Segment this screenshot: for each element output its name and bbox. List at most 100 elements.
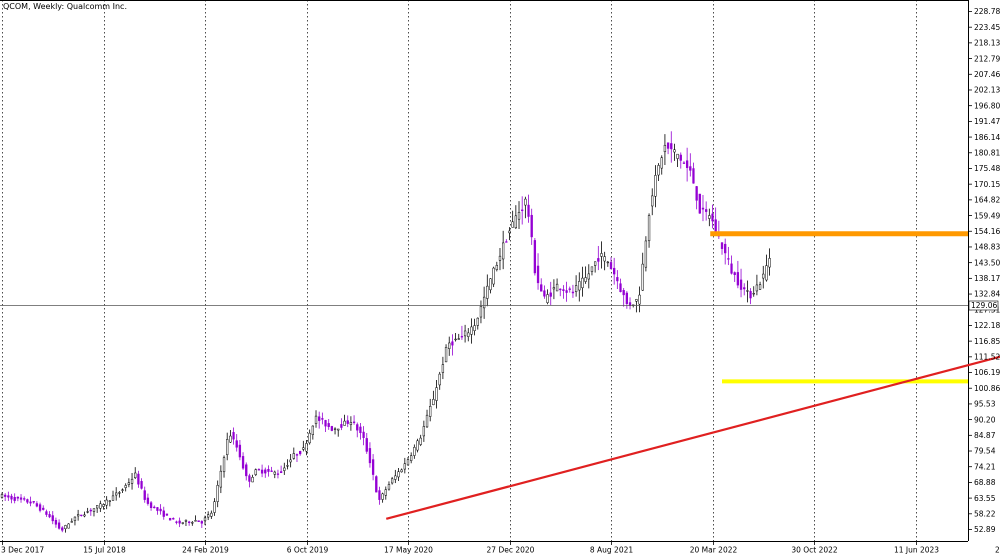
- candle-body: [635, 299, 638, 302]
- candle-body: [302, 447, 305, 450]
- candle-body: [48, 514, 51, 518]
- candle-body: [720, 242, 724, 249]
- y-tick-label: 175.48: [974, 164, 1000, 173]
- y-tick-label: 116.85: [974, 337, 1000, 346]
- y-tick-label: 164.82: [974, 196, 1000, 205]
- candle-body: [708, 215, 711, 219]
- candle-body: [502, 242, 505, 260]
- y-tick-label: 79.54: [974, 447, 996, 456]
- candle-body: [286, 465, 289, 467]
- candle-body: [245, 464, 248, 477]
- candle-body: [311, 425, 314, 435]
- x-tick-label: 24 Feb 2019: [182, 546, 229, 555]
- candle-body: [546, 294, 549, 303]
- candle-body: [758, 284, 762, 290]
- candle-body: [356, 424, 359, 431]
- candle-body: [232, 432, 235, 440]
- candle-body: [254, 469, 257, 475]
- x-tick-label: 8 Aug 2021: [590, 546, 633, 555]
- candle-body: [676, 153, 679, 159]
- candle-body: [165, 513, 169, 516]
- y-tick-label: 63.55: [974, 494, 996, 503]
- candle-body: [435, 387, 438, 401]
- candle-body: [86, 511, 89, 513]
- y-tick-label: 170.15: [974, 180, 1000, 189]
- candle-body: [641, 263, 644, 291]
- candle-body: [365, 438, 368, 452]
- candle-body: [362, 431, 365, 438]
- candle-body: [724, 243, 727, 254]
- y-tick-label: 138.17: [974, 274, 1000, 283]
- y-tick-label: 218.13: [974, 39, 1000, 48]
- price-chart[interactable]: 228.78 223.45 218.13 212.79 207.46 202.13 196.…: [0, 0, 1000, 557]
- candle-body: [289, 459, 292, 463]
- candle-body: [210, 512, 213, 517]
- candle-body: [647, 215, 651, 242]
- candle-body: [514, 215, 517, 229]
- candle-body: [739, 279, 743, 290]
- candle-body: [159, 508, 162, 512]
- y-tick-label: 186.14: [974, 133, 1000, 142]
- candle-body: [283, 467, 286, 471]
- y-tick-label: 111.52: [974, 353, 1000, 362]
- y-tick-label: 154.16: [974, 227, 1000, 236]
- candle-body: [149, 502, 153, 508]
- candle-body: [698, 193, 701, 214]
- candle-body: [229, 435, 232, 443]
- candle-body: [467, 332, 470, 337]
- candle-body: [270, 470, 273, 472]
- candle-body: [23, 498, 26, 500]
- y-tick-label: 196.80: [974, 101, 1000, 110]
- candle-body: [378, 490, 381, 500]
- candle-body: [736, 272, 740, 286]
- candle-body: [578, 281, 581, 291]
- candle-body: [99, 503, 102, 509]
- y-tick-label: 90.20: [974, 415, 996, 424]
- candle-body: [146, 497, 150, 504]
- candle-body: [403, 463, 406, 470]
- candle-body: [102, 504, 105, 507]
- candle-body: [695, 186, 698, 201]
- y-tick-label: 52.89: [974, 525, 996, 534]
- y-tick-label: 159.49: [974, 211, 1000, 220]
- x-tick-label: 20 Mar 2022: [690, 546, 738, 555]
- candle-body: [590, 266, 594, 272]
- candle-body: [476, 317, 479, 326]
- candle-body: [108, 500, 111, 502]
- candle-body: [552, 287, 556, 290]
- candle-body: [619, 283, 622, 293]
- candle-body: [495, 265, 498, 270]
- candle-body: [622, 290, 625, 296]
- candle-body: [432, 399, 435, 406]
- candle-body: [251, 476, 254, 483]
- x-tick-label: 30 Oct 2022: [791, 546, 838, 555]
- y-tick-label: 202.13: [974, 86, 1000, 95]
- candle-body: [746, 290, 749, 292]
- candle-body: [508, 230, 511, 234]
- candle-body: [340, 424, 343, 428]
- candle-body: [222, 457, 226, 473]
- candle-body: [419, 437, 422, 445]
- candle-body: [454, 338, 457, 341]
- candle-body: [92, 508, 96, 512]
- candle-body: [536, 265, 540, 284]
- candle-body: [489, 278, 492, 291]
- candle-body: [410, 455, 413, 461]
- candle-body: [181, 522, 184, 524]
- candle-body: [187, 521, 191, 523]
- y-tick-label: 74.21: [974, 462, 996, 471]
- candle-body: [574, 285, 578, 292]
- candle-body: [115, 492, 118, 496]
- candle-body: [162, 510, 165, 517]
- candle-body: [51, 515, 54, 522]
- candle-body: [625, 292, 629, 304]
- candle-body: [7, 495, 10, 498]
- candle-body: [16, 496, 20, 499]
- candle-body: [241, 456, 245, 469]
- candle-body: [295, 454, 299, 456]
- x-tick-label: 3 Dec 2017: [1, 546, 44, 555]
- candle-body: [213, 501, 216, 513]
- candle-body: [343, 420, 346, 426]
- candle-body: [413, 447, 416, 456]
- candle-body: [368, 448, 372, 464]
